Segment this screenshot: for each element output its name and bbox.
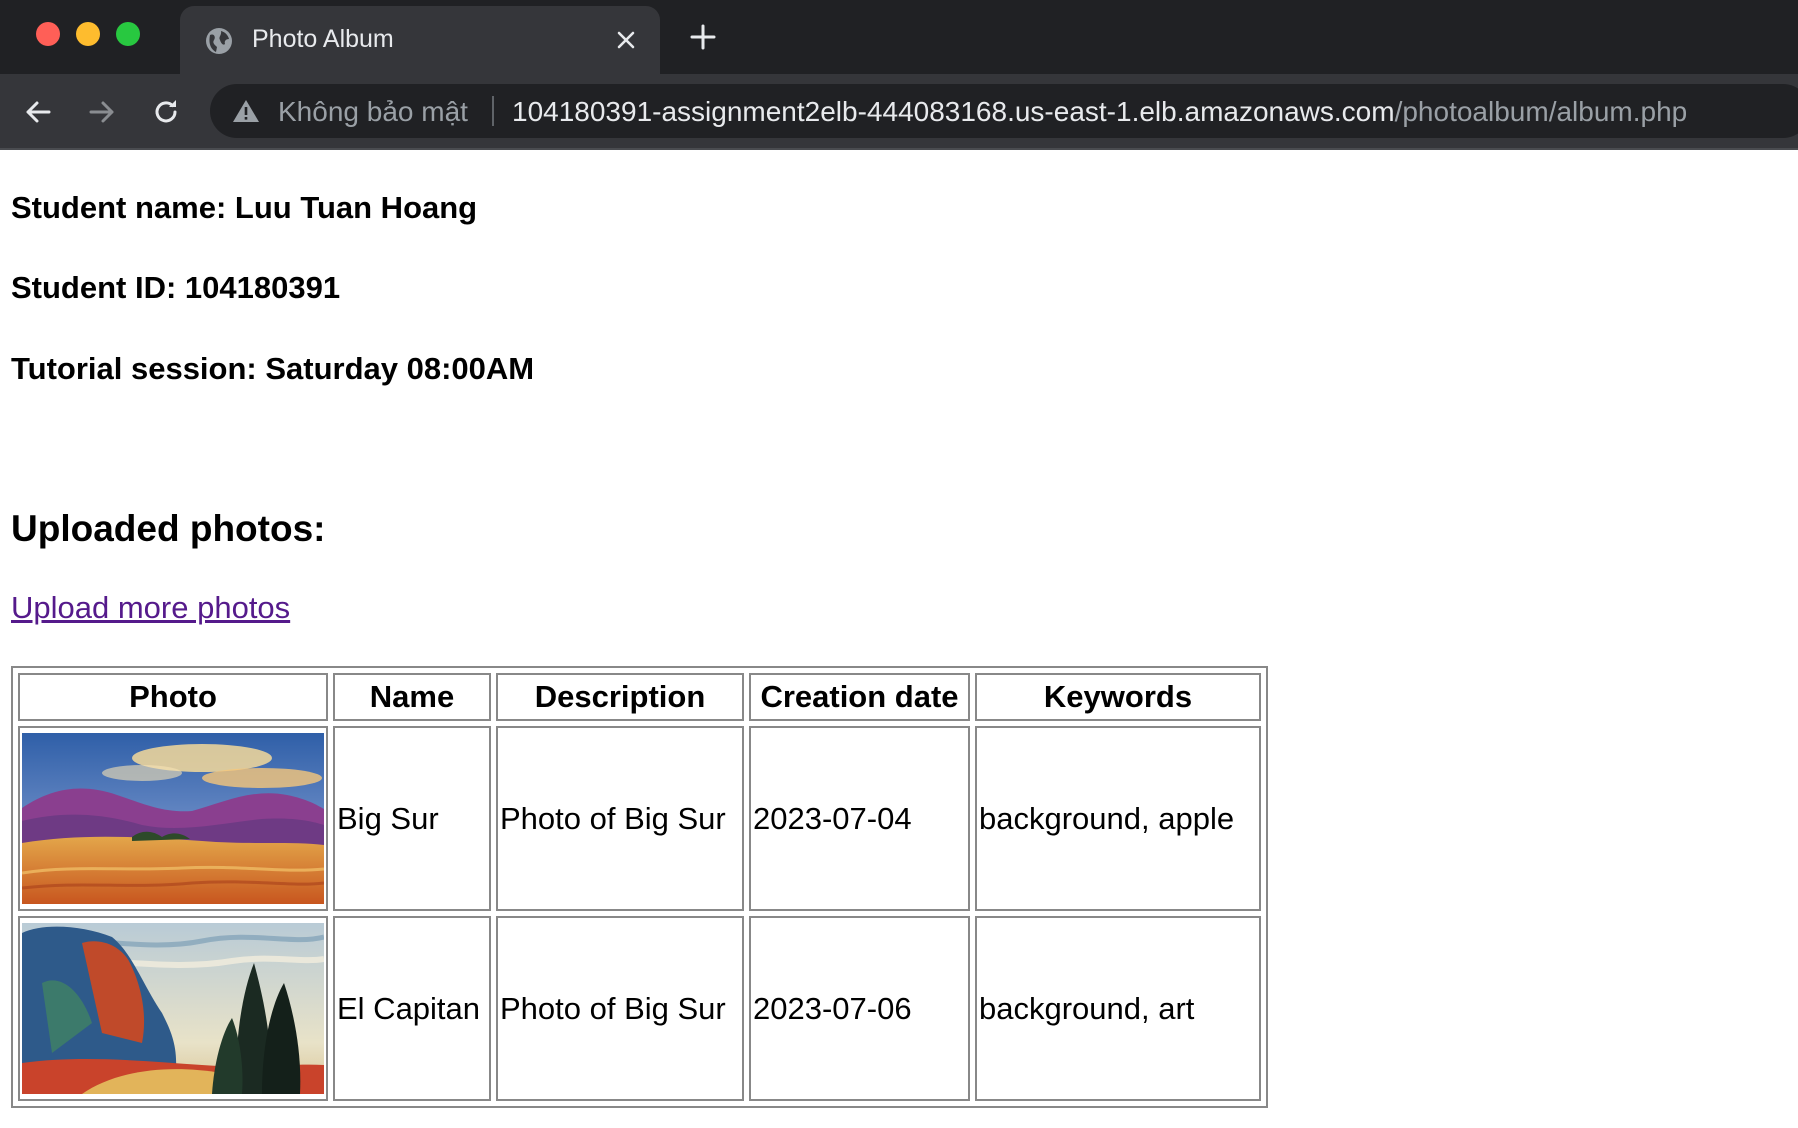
new-tab-icon[interactable] bbox=[690, 24, 716, 50]
browser-tab-bar: Photo Album bbox=[0, 0, 1798, 74]
photo-creation-date: 2023-07-06 bbox=[749, 916, 970, 1101]
student-id: Student ID: 104180391 bbox=[11, 270, 341, 305]
photo-name: El Capitan bbox=[333, 916, 491, 1101]
close-icon[interactable] bbox=[616, 30, 636, 50]
photo-description: Photo of Big Sur bbox=[496, 726, 744, 911]
uploaded-photos-heading: Uploaded photos: bbox=[11, 508, 326, 549]
header-name: Name bbox=[333, 673, 491, 721]
landscape-painting-golden-field-image bbox=[22, 733, 324, 904]
window-minimize-button[interactable] bbox=[76, 22, 100, 46]
address-bar-divider bbox=[492, 96, 494, 126]
photo-creation-date: 2023-07-04 bbox=[749, 726, 970, 911]
window-close-button[interactable] bbox=[36, 22, 60, 46]
photo-keywords: background, art bbox=[975, 916, 1261, 1101]
photo-name: Big Sur bbox=[333, 726, 491, 911]
security-status-label[interactable]: Không bảo mật bbox=[278, 96, 468, 128]
address-bar[interactable]: Không bảo mật 104180391-assignment2elb-4… bbox=[210, 84, 1798, 138]
url-path: /photoalbum/album.php bbox=[1394, 96, 1688, 127]
url-text[interactable]: 104180391-assignment2elb-444083168.us-ea… bbox=[512, 96, 1687, 128]
header-photo: Photo bbox=[18, 673, 328, 721]
tutorial-session: Tutorial session: Saturday 08:00AM bbox=[11, 351, 535, 386]
table-row: Big Sur Photo of Big Sur 2023-07-04 back… bbox=[18, 726, 1261, 911]
tab-title: Photo Album bbox=[252, 25, 394, 53]
browser-tab-active[interactable]: Photo Album bbox=[180, 6, 660, 74]
header-creation-date: Creation date bbox=[749, 673, 970, 721]
browser-toolbar: Không bảo mật 104180391-assignment2elb-4… bbox=[0, 74, 1798, 150]
header-keywords: Keywords bbox=[975, 673, 1261, 721]
landscape-painting-cliffs-cypress-image bbox=[22, 923, 324, 1094]
warning-icon[interactable] bbox=[232, 98, 260, 124]
photo-cell bbox=[18, 726, 328, 911]
reload-icon[interactable] bbox=[150, 96, 182, 128]
table-header-row: Photo Name Description Creation date Key… bbox=[18, 673, 1261, 721]
page-content: Student name: Luu Tuan Hoang Student ID:… bbox=[0, 150, 1798, 1128]
photo-description: Photo of Big Sur bbox=[496, 916, 744, 1101]
photo-keywords: background, apple bbox=[975, 726, 1261, 911]
upload-more-photos-link[interactable]: Upload more photos bbox=[11, 590, 290, 626]
forward-arrow-icon[interactable] bbox=[86, 96, 118, 128]
back-arrow-icon[interactable] bbox=[22, 96, 54, 128]
globe-icon bbox=[206, 28, 232, 54]
url-host: 104180391-assignment2elb-444083168.us-ea… bbox=[512, 96, 1395, 127]
table-row: El Capitan Photo of Big Sur 2023-07-06 b… bbox=[18, 916, 1261, 1101]
photo-cell bbox=[18, 916, 328, 1101]
header-description: Description bbox=[496, 673, 744, 721]
photo-table: Photo Name Description Creation date Key… bbox=[11, 666, 1268, 1108]
student-name: Student name: Luu Tuan Hoang bbox=[11, 190, 478, 225]
window-zoom-button[interactable] bbox=[116, 22, 140, 46]
